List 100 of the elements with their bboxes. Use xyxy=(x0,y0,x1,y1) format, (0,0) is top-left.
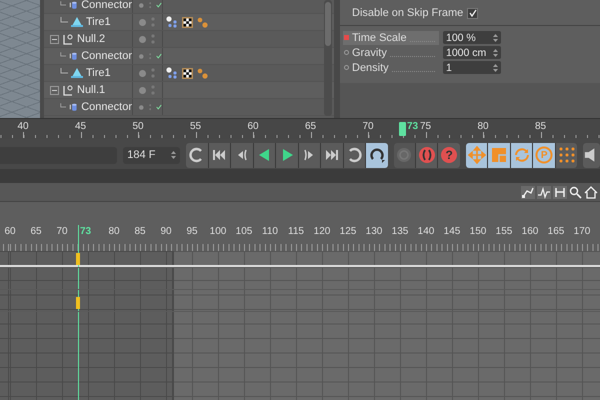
frame-number: 40 xyxy=(17,121,29,132)
frame-number: 70 xyxy=(362,121,374,132)
search-icon xyxy=(569,186,582,198)
dot-grid-button[interactable] xyxy=(556,142,578,168)
visibility-dot-icon xyxy=(139,36,146,42)
frame-number: 120 xyxy=(314,226,330,237)
frame-number: 50 xyxy=(132,121,144,132)
checkmark-icon xyxy=(156,1,162,9)
move-button[interactable] xyxy=(466,142,488,168)
frame-number: 80 xyxy=(477,121,489,132)
spinner-arrows-icon xyxy=(493,48,498,56)
previous-key-button[interactable] xyxy=(231,142,253,168)
frame-number: 60 xyxy=(247,121,259,132)
dots-tag-icon xyxy=(197,16,208,28)
field-label: Gravity xyxy=(352,46,387,58)
current-frame: 73 xyxy=(80,226,92,237)
cylinder-icon xyxy=(69,50,78,62)
next-key-button[interactable] xyxy=(298,142,320,168)
dots-tag-icon xyxy=(197,68,208,78)
object-name[interactable]: Tire1 xyxy=(86,16,111,28)
speaker-button[interactable] xyxy=(583,142,600,168)
frame-number: 85 xyxy=(134,226,146,237)
spinner-arrows-icon xyxy=(171,151,176,159)
animation-dot-icon[interactable] xyxy=(344,65,349,70)
frame-number: 85 xyxy=(534,121,546,132)
object-name[interactable]: Tire1 xyxy=(86,67,111,79)
checkmark-icon xyxy=(156,103,162,111)
play-backward-button[interactable] xyxy=(254,142,276,168)
current-frame: 73 xyxy=(407,121,418,132)
visibility-dot-icon xyxy=(139,52,144,60)
go-to-end-button[interactable] xyxy=(321,142,343,168)
frame-number: 70 xyxy=(56,226,68,237)
frame-number: 60 xyxy=(4,226,16,237)
frame-number: 110 xyxy=(262,226,278,237)
frame-number: 130 xyxy=(366,226,382,237)
frame-number: 100 xyxy=(210,226,226,237)
frame-number: 160 xyxy=(522,226,538,237)
rotate-button[interactable] xyxy=(510,142,532,168)
loop-button[interactable] xyxy=(366,142,388,168)
checker-tag-icon xyxy=(182,16,193,28)
checkmark-icon xyxy=(468,9,477,17)
collapse-toggle[interactable] xyxy=(50,34,59,44)
record-key-icon xyxy=(418,146,436,164)
autokey-button[interactable] xyxy=(416,142,438,168)
collapse-toggle[interactable] xyxy=(50,86,59,94)
spinner-arrows-icon xyxy=(493,64,498,72)
square-icon xyxy=(490,146,508,164)
dot-grid-icon xyxy=(558,146,576,164)
visibility-dot-icon xyxy=(139,104,144,110)
bracket-icon xyxy=(553,186,567,198)
scrollbar[interactable] xyxy=(324,0,332,116)
keyframe-marker[interactable] xyxy=(76,253,80,265)
cone-icon xyxy=(71,67,83,79)
object-name[interactable]: Null.2 xyxy=(77,33,106,45)
frame-number: 150 xyxy=(470,226,486,237)
visibility-dot-icon xyxy=(139,18,146,26)
frame-number: 105 xyxy=(236,226,252,237)
frame-number: 75 xyxy=(420,121,432,132)
playhead-handle[interactable] xyxy=(399,122,406,136)
loop-start-button[interactable] xyxy=(186,142,208,168)
object-name[interactable]: Null.1 xyxy=(77,84,106,96)
end-frame-field[interactable]: 184 F xyxy=(123,146,180,164)
visibility-dot-icon xyxy=(139,70,146,76)
spinner-arrows-icon xyxy=(493,34,498,42)
frame-number: 95 xyxy=(186,226,198,237)
help-button[interactable]: ? xyxy=(438,142,460,168)
object-name[interactable]: Connector xyxy=(81,0,132,11)
material-spheres-icon xyxy=(166,16,178,28)
frame-number: 45 xyxy=(74,121,86,132)
null-object-icon xyxy=(62,84,74,96)
field-label: Time Scale xyxy=(352,32,407,44)
object-name[interactable]: Connector xyxy=(81,50,132,62)
frame-number: 65 xyxy=(30,226,42,237)
rotate-icon xyxy=(512,146,531,164)
number-field[interactable]: 1 xyxy=(443,61,501,74)
keyframe-marker-icon[interactable] xyxy=(344,35,349,40)
key-curve-icon xyxy=(521,186,535,198)
play-button[interactable] xyxy=(276,142,298,168)
visibility-dot-icon xyxy=(139,2,144,8)
animation-dot-icon[interactable] xyxy=(344,50,349,55)
record-icon xyxy=(395,146,414,164)
checkbox[interactable] xyxy=(467,8,478,18)
frame-number: 80 xyxy=(108,226,120,237)
frame-number: 155 xyxy=(496,226,512,237)
home-icon xyxy=(584,186,598,198)
frame-number: 125 xyxy=(340,226,356,237)
checkmark-icon xyxy=(156,52,162,60)
keyframe-marker[interactable] xyxy=(76,297,80,309)
object-name[interactable]: Connector xyxy=(81,101,132,113)
field-label: Density xyxy=(352,62,389,74)
checkbox-label: Disable on Skip Frame xyxy=(352,7,464,19)
cone-icon xyxy=(71,16,83,28)
number-field[interactable]: 100 % xyxy=(443,31,501,44)
checker-tag-icon xyxy=(182,68,193,78)
loop-end-button[interactable] xyxy=(344,142,366,168)
frame-number: 115 xyxy=(288,226,304,237)
visibility-dot-icon xyxy=(139,86,146,94)
go-to-start-button[interactable] xyxy=(208,142,230,168)
number-field[interactable]: 1000 cm xyxy=(443,46,501,59)
null-object-icon xyxy=(62,33,74,45)
